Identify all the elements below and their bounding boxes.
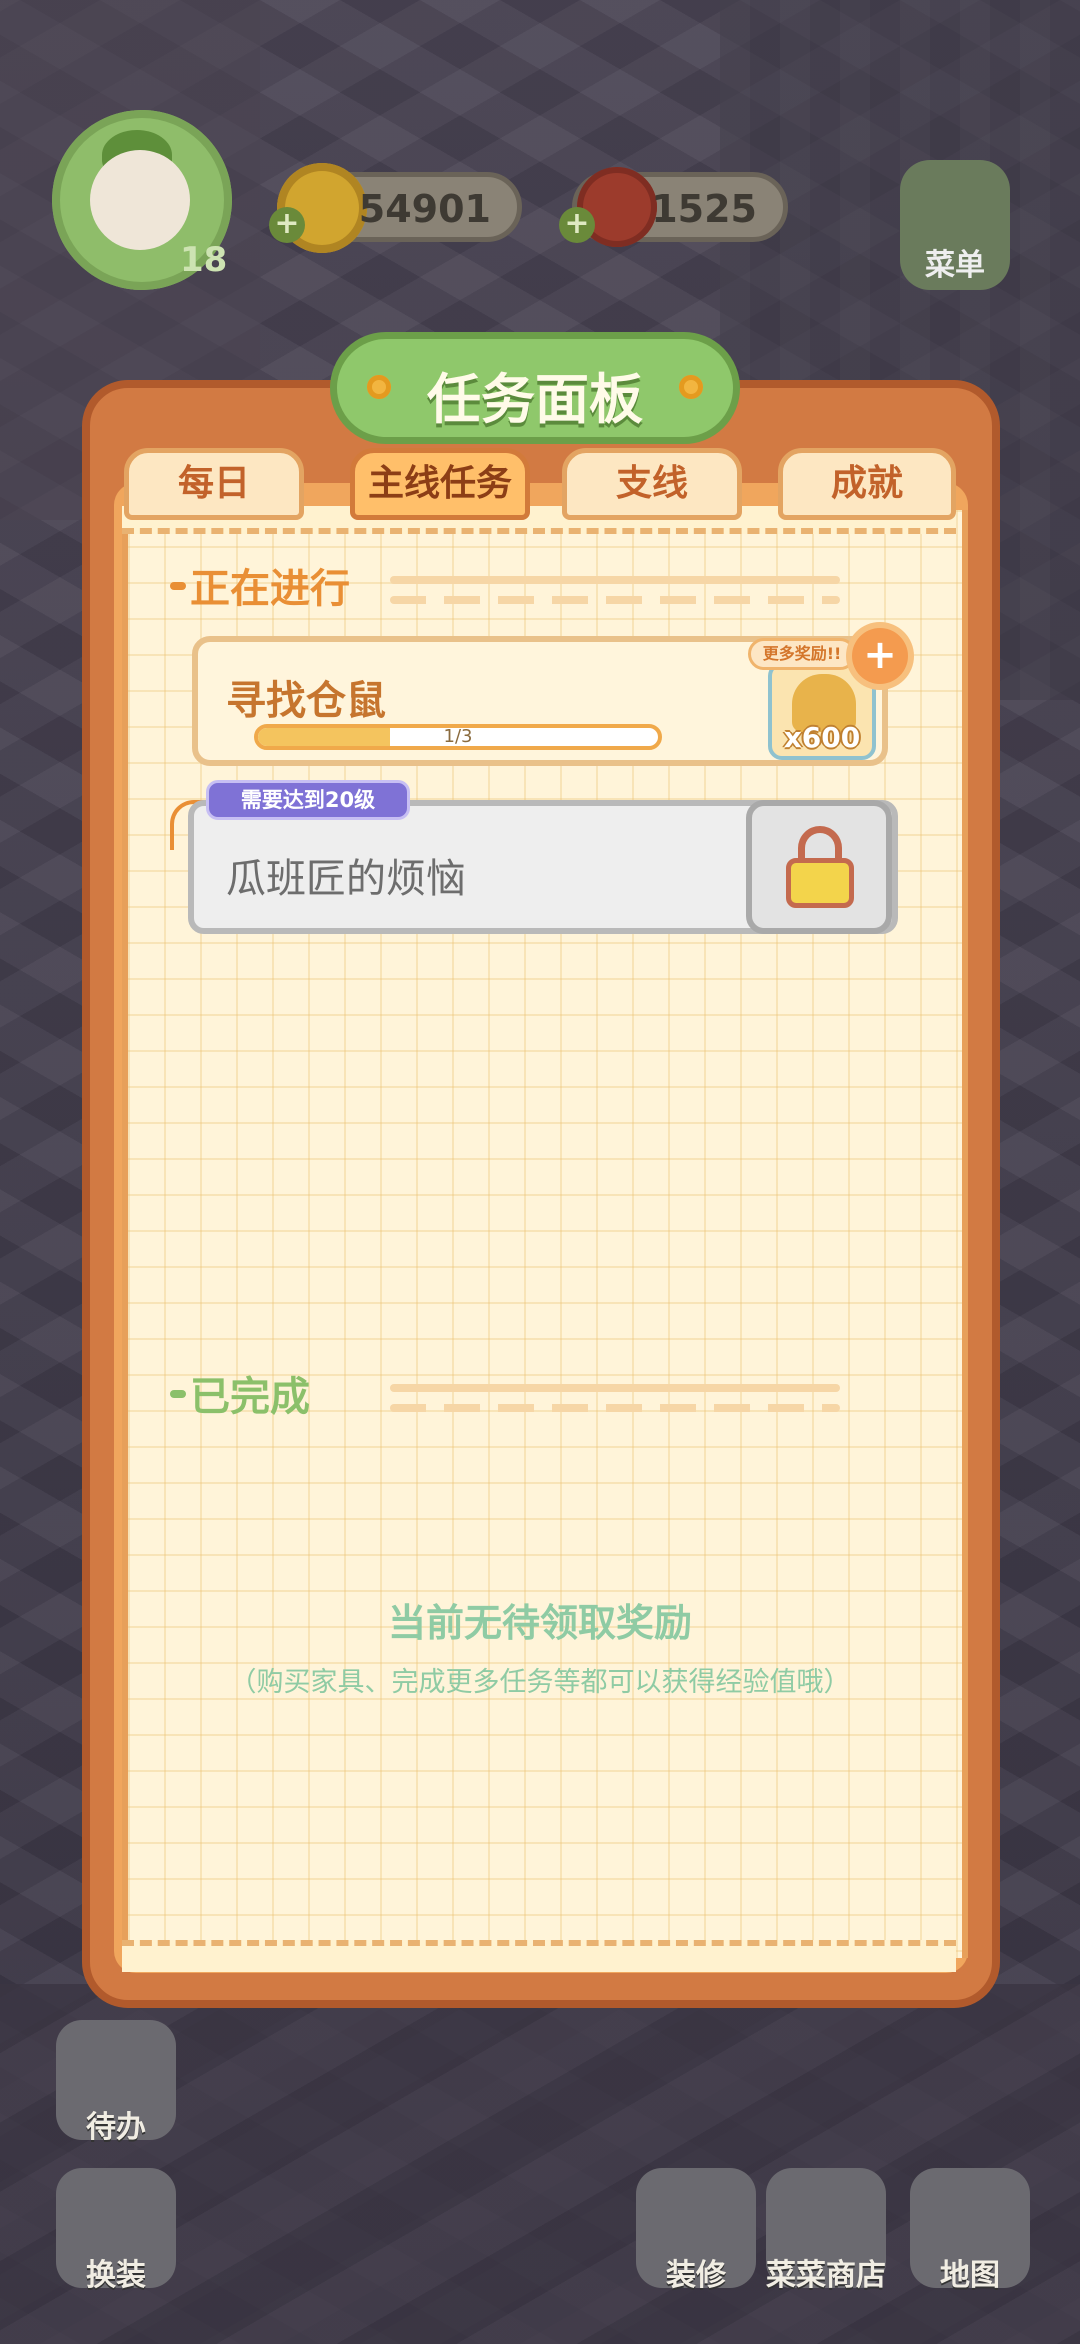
dress-up-button[interactable]: 换装 bbox=[56, 2168, 176, 2293]
coin-counter[interactable]: + 54901 bbox=[269, 163, 522, 253]
completed-divider-dashed bbox=[390, 1404, 840, 1412]
more-reward-badge: 更多奖励!! bbox=[748, 638, 856, 670]
completed-divider bbox=[390, 1384, 840, 1392]
panel-title: 任务面板 bbox=[427, 368, 643, 431]
map-button[interactable]: 地图 bbox=[910, 2168, 1030, 2293]
quest-progress-bar: 1/3 bbox=[254, 724, 662, 750]
ongoing-header: 正在进行 bbox=[190, 566, 350, 612]
lock-box bbox=[746, 800, 892, 934]
completed-bullet bbox=[170, 1390, 186, 1398]
player-level: 18 bbox=[180, 240, 228, 280]
add-veggies-icon[interactable]: + bbox=[559, 207, 595, 243]
quest-progress-text: 1/3 bbox=[443, 726, 473, 747]
locked-quest-card[interactable]: 瓜班匠的烦恼 bbox=[188, 800, 898, 934]
empty-rewards-title: 当前无待领取奖励 bbox=[387, 1601, 692, 1645]
empty-rewards-subtitle: （购买家具、完成更多任务等都可以获得经验值哦） bbox=[229, 1667, 851, 1698]
panel-title-banner: 任务面板 bbox=[330, 332, 740, 444]
shop-label: 菜菜商店 bbox=[766, 2258, 886, 2293]
tab-main-quest[interactable]: 主线任务 bbox=[350, 448, 530, 520]
veggie-value: 1525 bbox=[651, 187, 757, 231]
coin-value: 54901 bbox=[358, 187, 491, 231]
more-reward-flower-icon[interactable] bbox=[852, 628, 908, 684]
reward-quantity: x600 bbox=[783, 721, 861, 754]
quest-title: 寻找仓鼠 bbox=[226, 678, 386, 724]
shop-button[interactable]: 菜菜商店 bbox=[766, 2168, 886, 2293]
map-label: 地图 bbox=[940, 2258, 1000, 2293]
lock-icon bbox=[786, 858, 854, 908]
decorate-button[interactable]: 装修 bbox=[636, 2168, 756, 2293]
menu-label: 菜单 bbox=[925, 248, 985, 283]
tab-side-quest[interactable]: 支线 bbox=[562, 448, 742, 520]
ongoing-divider bbox=[390, 576, 840, 584]
completed-header: 已完成 bbox=[190, 1374, 310, 1420]
paper-bottom-edge bbox=[122, 1940, 956, 1972]
ongoing-divider-dashed bbox=[390, 596, 840, 604]
tab-daily[interactable]: 每日 bbox=[124, 448, 304, 520]
menu-button[interactable]: 菜单 bbox=[900, 160, 1010, 290]
dress-up-label: 换装 bbox=[86, 2258, 146, 2293]
locked-quest-title: 瓜班匠的烦恼 bbox=[226, 856, 466, 902]
todo-button[interactable]: 待办 bbox=[56, 2020, 176, 2145]
todo-label: 待办 bbox=[86, 2110, 146, 2145]
add-coins-icon[interactable]: + bbox=[269, 207, 305, 243]
tab-achievement[interactable]: 成就 bbox=[778, 448, 956, 520]
level-requirement-tag: 需要达到20级 bbox=[206, 780, 410, 820]
avatar-face bbox=[90, 150, 190, 250]
veggie-counter[interactable]: + 1525 bbox=[559, 167, 788, 247]
ongoing-bullet bbox=[170, 582, 186, 590]
